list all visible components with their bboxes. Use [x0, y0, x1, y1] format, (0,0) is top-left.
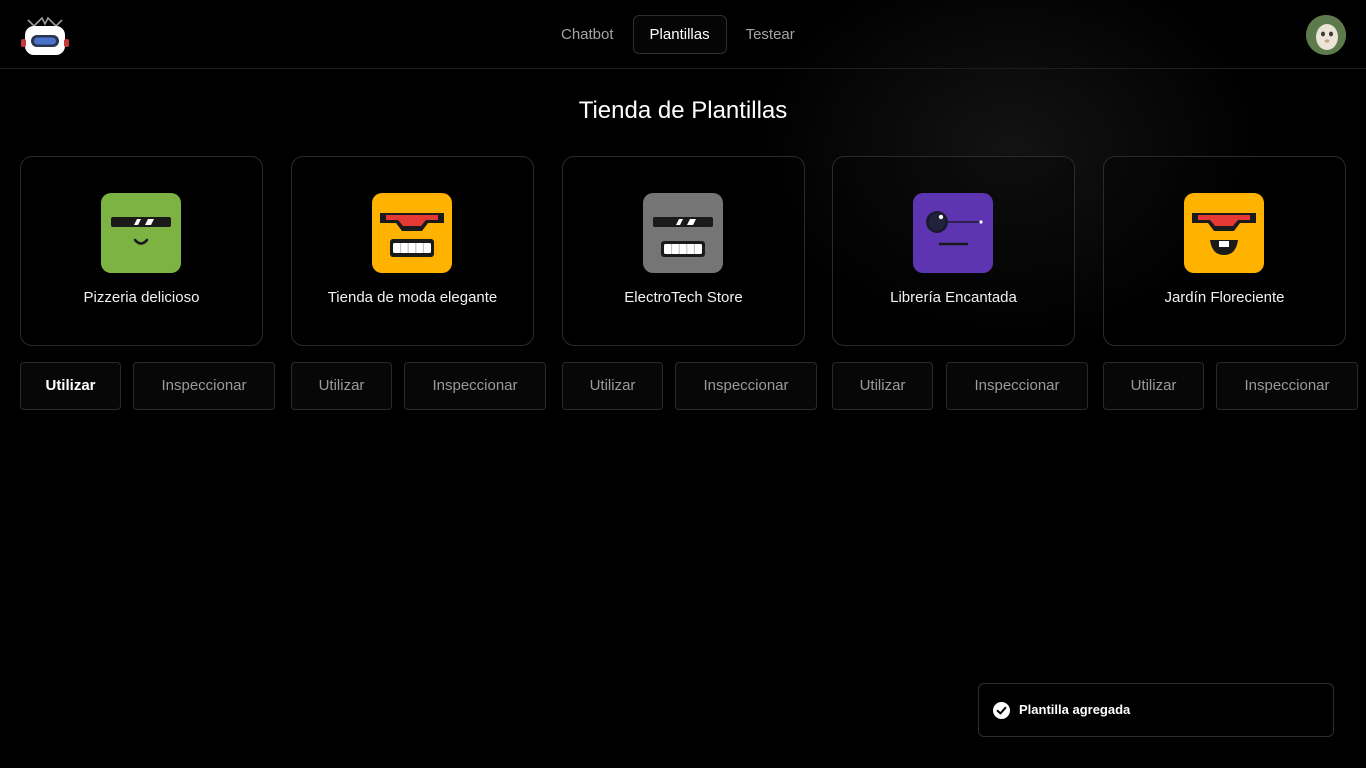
use-button-libreria[interactable]: Utilizar	[832, 362, 933, 410]
main-nav: Chatbot Plantillas Testear	[544, 15, 814, 54]
use-button-pizzeria[interactable]: Utilizar	[20, 362, 121, 410]
template-card-jardin[interactable]: Jardín Floreciente	[1103, 156, 1346, 346]
robot-face-red-visor-grin-icon	[372, 193, 452, 273]
user-avatar[interactable]	[1306, 15, 1346, 55]
toast-message: Plantilla agregada	[1019, 702, 1131, 717]
top-navbar: Chatbot Plantillas Testear	[0, 0, 1366, 69]
page-title: Tienda de Plantillas	[578, 97, 788, 124]
robot-face-red-visor-tooth-icon	[1184, 193, 1264, 273]
template-card-libreria[interactable]: Librería Encantada	[832, 156, 1075, 346]
robot-face-visor-smile-icon	[101, 193, 181, 273]
inspect-button-pizzeria[interactable]: Inspeccionar	[133, 362, 275, 410]
page: Chatbot Plantillas Testear Tienda de Pla…	[0, 0, 1366, 768]
inspect-button-libreria[interactable]: Inspeccionar	[946, 362, 1088, 410]
template-name: ElectroTech Store	[624, 289, 743, 306]
robot-face-monocle-icon	[913, 193, 993, 273]
inspect-button-moda[interactable]: Inspeccionar	[404, 362, 546, 410]
template-card-moda[interactable]: Tienda de moda elegante	[291, 156, 534, 346]
inspect-button-jardin[interactable]: Inspeccionar	[1216, 362, 1358, 410]
inspect-button-electrotech[interactable]: Inspeccionar	[675, 362, 817, 410]
template-card-pizzeria[interactable]: Pizzeria delicioso	[20, 156, 263, 346]
template-card-electrotech[interactable]: ElectroTech Store	[562, 156, 805, 346]
template-name: Librería Encantada	[890, 289, 1017, 306]
use-button-jardin[interactable]: Utilizar	[1103, 362, 1204, 410]
template-name: Jardín Floreciente	[1164, 289, 1285, 306]
template-name: Pizzeria delicioso	[83, 289, 200, 306]
template-name: Tienda de moda elegante	[327, 289, 498, 306]
robot-face-visor-grin-icon	[643, 193, 723, 273]
tab-testear[interactable]: Testear	[729, 15, 812, 54]
tab-plantillas[interactable]: Plantillas	[632, 15, 727, 54]
robot-logo-icon[interactable]	[18, 12, 72, 58]
use-button-moda[interactable]: Utilizar	[291, 362, 392, 410]
check-circle-icon	[993, 702, 1010, 719]
toast-notification[interactable]: Plantilla agregada	[978, 683, 1334, 737]
use-button-electrotech[interactable]: Utilizar	[562, 362, 663, 410]
tab-chatbot[interactable]: Chatbot	[544, 15, 631, 54]
